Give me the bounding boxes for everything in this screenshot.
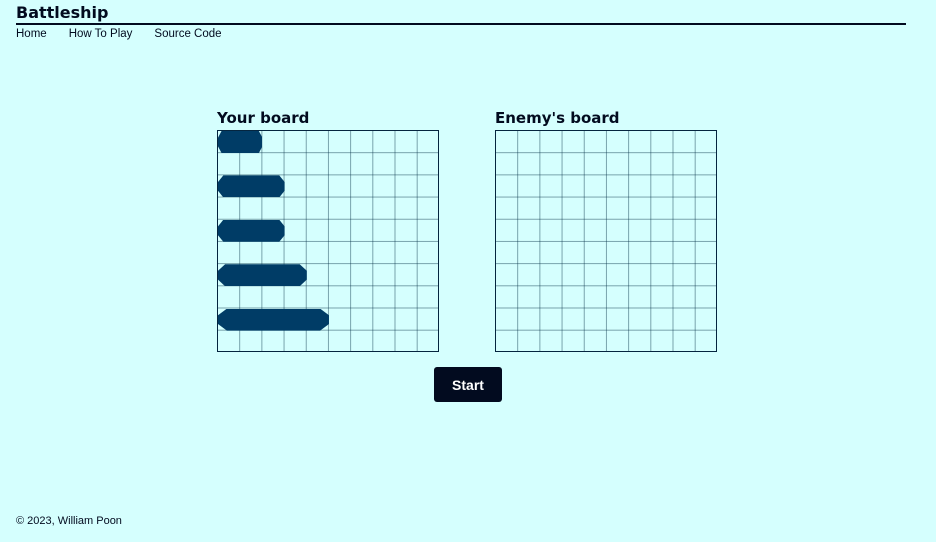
enemy-board-title: Enemy's board	[495, 109, 620, 127]
ship-5[interactable]	[218, 308, 329, 331]
nav-source-code-link[interactable]: Source Code	[154, 27, 221, 41]
header-divider	[16, 23, 906, 25]
nav-how-to-play-link[interactable]: How To Play	[69, 27, 133, 41]
footer-copyright: © 2023, William Poon	[16, 515, 122, 527]
player-board-title: Your board	[217, 109, 310, 127]
ship-1[interactable]	[218, 131, 263, 153]
main-nav: Home How To Play Source Code	[16, 27, 906, 41]
site-header: Battleship Home How To Play Source Code	[16, 0, 906, 41]
start-button[interactable]: Start	[434, 367, 502, 402]
enemy-board-section: Enemy's board	[495, 108, 717, 352]
nav-home-link[interactable]: Home	[16, 27, 47, 41]
ship-3[interactable]	[218, 219, 285, 242]
page: Battleship Home How To Play Source Code …	[0, 0, 936, 542]
enemy-board-grid[interactable]	[495, 130, 717, 352]
site-title: Battleship	[16, 3, 109, 22]
ship-2[interactable]	[218, 175, 285, 198]
player-board-grid[interactable]	[217, 130, 439, 352]
ship-4[interactable]	[218, 264, 307, 287]
player-board-section: Your board	[217, 108, 439, 352]
